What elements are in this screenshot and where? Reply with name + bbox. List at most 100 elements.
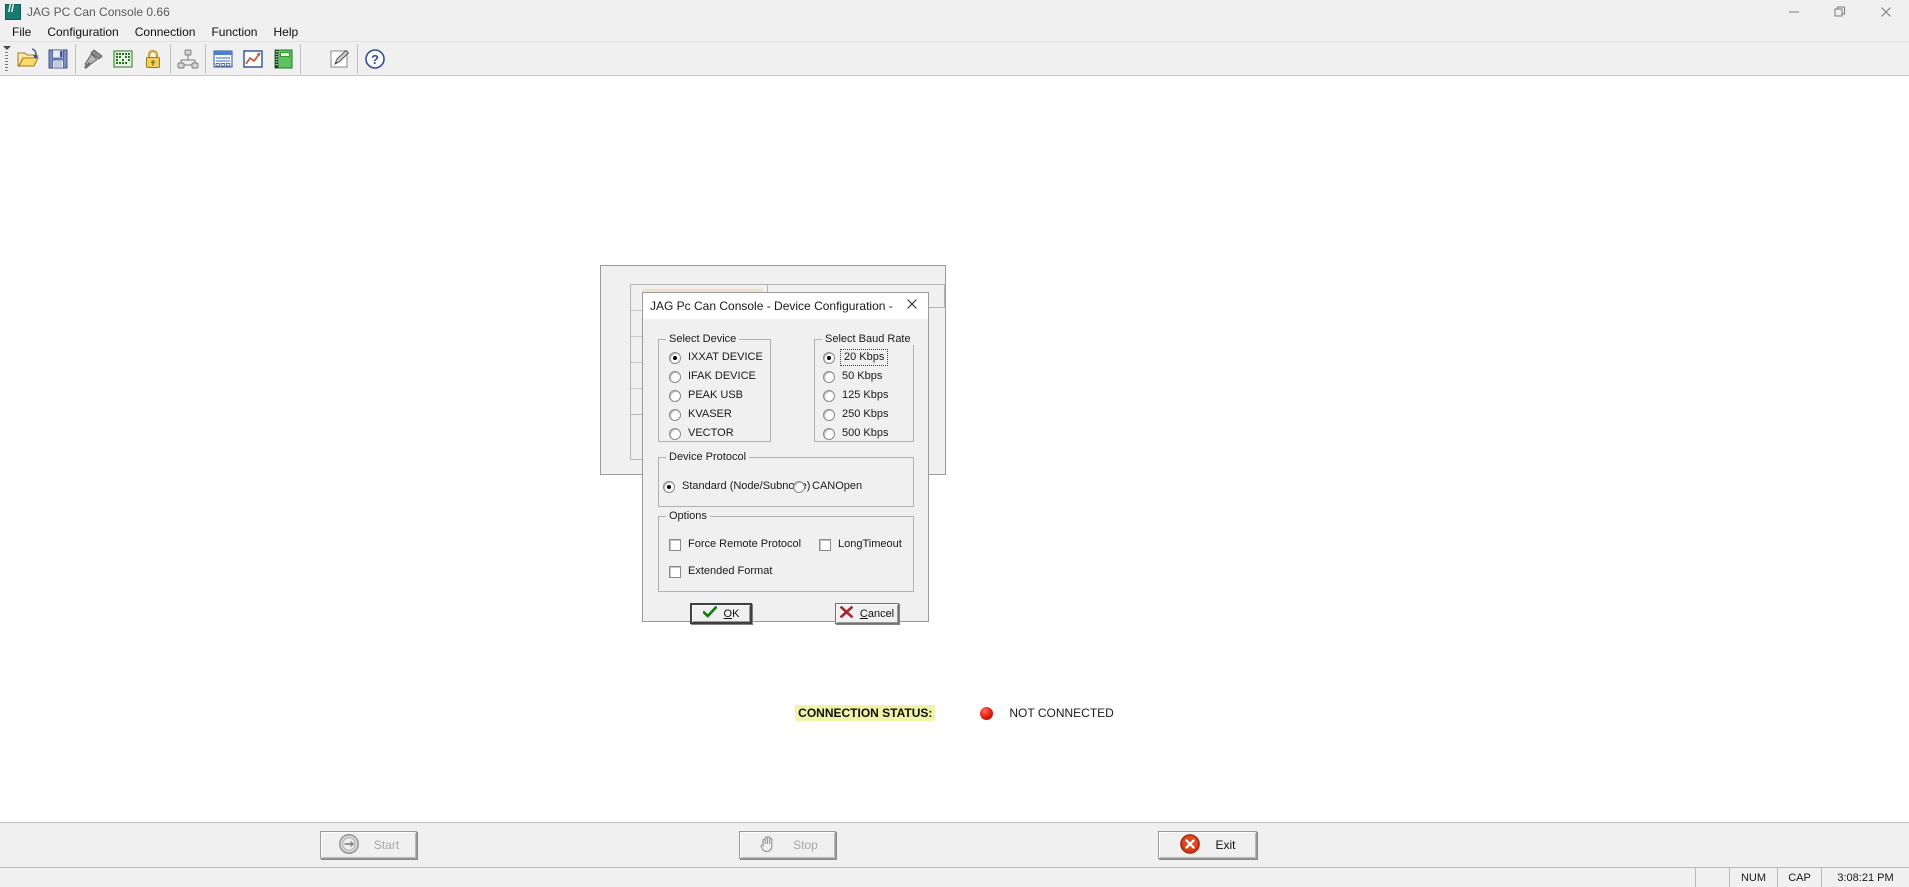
checkbox-indicator (669, 565, 681, 578)
menu-item-configuration[interactable]: Configuration (39, 23, 126, 41)
red-x-icon (839, 605, 854, 621)
radio-indicator (823, 427, 835, 440)
connection-status-strip: CONNECTION STATUS: NOT CONNECTED (0, 700, 1909, 726)
radio-indicator (823, 389, 835, 402)
options-group: Options Force Remote Protocol LongTimeou… (658, 510, 914, 592)
radio-indicator (793, 480, 805, 493)
window-controls (1771, 0, 1909, 23)
start-button-label: Start (373, 838, 400, 852)
statusbar-num-indicator: NUM (1729, 868, 1777, 887)
help-question-icon: ? (363, 47, 387, 71)
radio-ifak-device[interactable]: IFAK DEVICE (669, 370, 756, 383)
radio-indicator (669, 427, 681, 440)
arrow-right-circle-icon (338, 833, 360, 858)
edit-button[interactable] (325, 44, 355, 74)
radio-ixxat-device[interactable]: IXXAT DEVICE (669, 351, 763, 364)
statusbar: NUM CAP 3:08:21 PM (0, 867, 1909, 887)
ok-button[interactable]: OK (690, 603, 752, 624)
radio-label: IXXAT DEVICE (688, 351, 763, 363)
minimize-button[interactable] (1771, 0, 1817, 23)
line-chart-icon (241, 47, 265, 71)
radio-standard-protocol[interactable]: Standard (Node/Subnode) (663, 480, 810, 493)
radio-indicator (669, 389, 681, 402)
open-file-icon (16, 47, 40, 71)
dialog-title: JAG Pc Can Console - Device Configuratio… (650, 298, 893, 313)
edit-pencil-icon (328, 47, 352, 71)
close-button[interactable] (1863, 0, 1909, 23)
save-file-button[interactable] (43, 44, 73, 74)
hand-stop-icon (757, 833, 779, 858)
checkbox-force-remote-protocol[interactable]: Force Remote Protocol (669, 538, 801, 551)
connection-status-label: CONNECTION STATUS: (795, 705, 936, 721)
radio-baud-125[interactable]: 125 Kbps (823, 389, 888, 402)
radio-baud-20[interactable]: 20 Kbps (823, 349, 889, 366)
red-x-circle-icon (1179, 833, 1201, 858)
options-legend: Options (666, 510, 710, 522)
start-button[interactable]: Start (320, 831, 417, 859)
radio-peak-usb[interactable]: PEAK USB (669, 389, 743, 402)
radio-indicator (823, 351, 835, 364)
close-icon (906, 297, 918, 315)
help-button[interactable]: ? (360, 44, 390, 74)
cancel-button[interactable]: Cancel (835, 603, 899, 624)
open-file-button[interactable] (13, 44, 43, 74)
lock-button[interactable] (138, 44, 168, 74)
action-bar: Start Stop Exit (0, 822, 1909, 867)
save-file-icon (46, 47, 70, 71)
menu-item-connection[interactable]: Connection (127, 23, 204, 41)
checkbox-long-timeout[interactable]: LongTimeout (819, 538, 902, 551)
radio-label: 500 Kbps (842, 427, 889, 439)
radio-indicator (669, 370, 681, 383)
radio-indicator (669, 351, 681, 364)
network-nodes-icon (176, 47, 200, 71)
radio-canopen-protocol[interactable]: CANOpen (793, 480, 862, 493)
statusbar-cap-indicator: CAP (1777, 868, 1821, 887)
radio-label: Standard (Node/Subnode) (682, 480, 811, 492)
logbook-button[interactable] (268, 44, 298, 74)
radio-indicator (663, 480, 675, 493)
ok-button-label: OK (723, 607, 740, 620)
red-led-icon (980, 706, 994, 720)
toolbar-group-views (206, 43, 301, 74)
device-protocol-legend: Device Protocol (666, 451, 750, 463)
radio-baud-500[interactable]: 500 Kbps (823, 427, 888, 440)
network-button[interactable] (173, 44, 203, 74)
menu-item-file[interactable]: File (4, 23, 39, 41)
radio-label: PEAK USB (688, 389, 744, 401)
svg-text:?: ? (371, 52, 379, 67)
padlock-icon (141, 47, 165, 71)
circuit-board-icon (111, 47, 135, 71)
toolbar-grip[interactable] (2, 45, 11, 73)
menu-item-help[interactable]: Help (265, 23, 306, 41)
exit-button-label: Exit (1215, 838, 1236, 852)
dialog-close-button[interactable] (896, 293, 928, 319)
radio-vector[interactable]: VECTOR (669, 427, 734, 440)
checkbox-label: Extended Format (688, 565, 773, 577)
menu-item-function[interactable]: Function (203, 23, 265, 41)
toolbar-group-tools (76, 43, 171, 74)
radio-label: 250 Kbps (842, 408, 889, 420)
restore-button[interactable] (1817, 0, 1863, 23)
tools-button[interactable] (78, 44, 108, 74)
statusbar-pane-blank (1695, 868, 1729, 887)
checkbox-extended-format[interactable]: Extended Format (669, 565, 772, 578)
toolbar-group-file (11, 43, 76, 74)
stop-button[interactable]: Stop (739, 831, 836, 859)
list-report-button[interactable] (208, 44, 238, 74)
app-logo-icon (5, 3, 21, 20)
circuit-board-button[interactable] (108, 44, 138, 74)
radio-label: 20 Kbps (839, 349, 889, 366)
menubar: File Configuration Connection Function H… (0, 23, 1909, 42)
exit-button[interactable]: Exit (1158, 831, 1257, 859)
radio-baud-250[interactable]: 250 Kbps (823, 408, 888, 421)
radio-baud-50[interactable]: 50 Kbps (823, 370, 882, 383)
checkbox-label: LongTimeout (838, 538, 902, 550)
chart-button[interactable] (238, 44, 268, 74)
toolbar-group-network (171, 43, 206, 74)
radio-label: IFAK DEVICE (688, 370, 756, 382)
radio-kvaser[interactable]: KVASER (669, 408, 732, 421)
tools-hammer-icon (81, 47, 105, 71)
select-baud-rate-group: Select Baud Rate 20 Kbps 50 Kbps 125 Kbp… (814, 333, 914, 442)
radio-indicator (823, 370, 835, 383)
statusbar-clock: 3:08:21 PM (1821, 868, 1909, 887)
